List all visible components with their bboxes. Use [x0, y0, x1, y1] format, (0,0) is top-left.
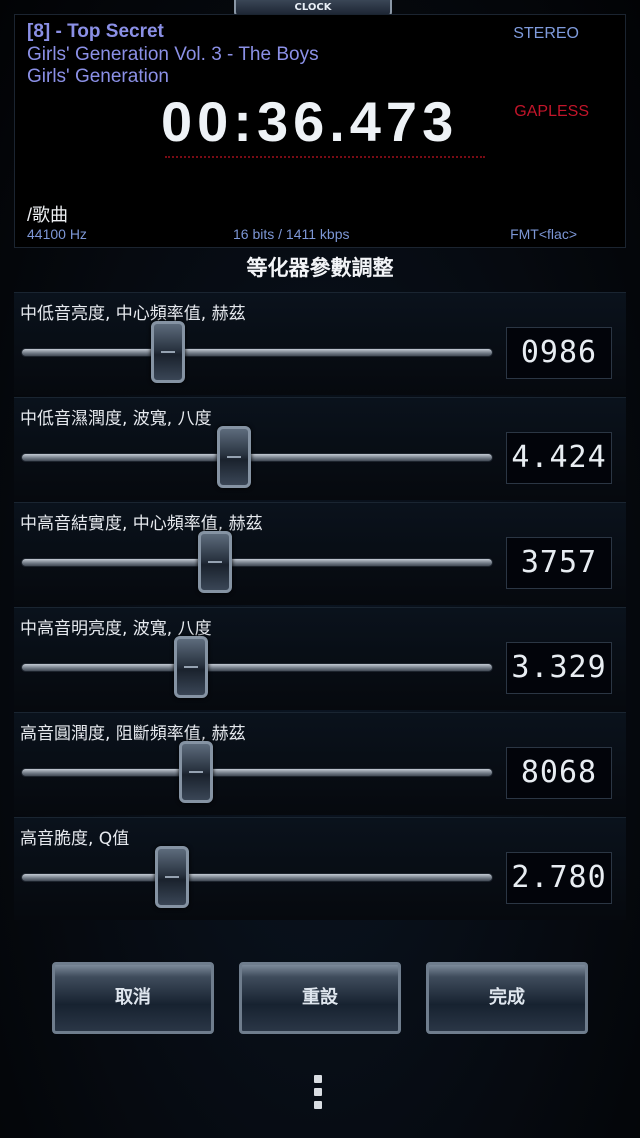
eq-band: 高音圓潤度, 阻斷頻率值, 赫茲 8068 — [14, 712, 626, 815]
eq-slider-track[interactable] — [22, 664, 492, 671]
eq-band-label: 中低音亮度, 中心頻率值, 赫茲 — [20, 304, 246, 324]
overflow-menu-icon[interactable] — [314, 1075, 324, 1115]
artist-name: Girls' Generation — [27, 66, 169, 87]
eq-band: 中高音明亮度, 波寬, 八度 3.329 — [14, 607, 626, 710]
eq-slider-handle[interactable] — [178, 741, 213, 803]
eq-slider-track[interactable] — [22, 349, 492, 356]
eq-band-label: 高音脆度, Q值 — [20, 829, 130, 849]
now-playing-display: [8] - Top Secret Girls' Generation Vol. … — [14, 14, 626, 248]
eq-slider-handle[interactable] — [150, 321, 185, 383]
eq-band: 高音脆度, Q值 2.780 — [14, 817, 626, 920]
eq-band-label: 中低音濕潤度, 波寬, 八度 — [20, 409, 212, 429]
folder-path: /歌曲 — [27, 205, 69, 225]
reset-button[interactable]: 重設 — [239, 962, 401, 1034]
eq-band: 中低音濕潤度, 波寬, 八度 4.424 — [14, 397, 626, 500]
eq-value-readout: 3757 — [506, 537, 612, 589]
eq-value-readout: 4.424 — [506, 432, 612, 484]
cancel-button[interactable]: 取消 — [52, 962, 214, 1034]
bitrate: 16 bits / 1411 kbps — [233, 226, 350, 242]
sample-rate: 44100 Hz — [27, 226, 87, 242]
eq-value-readout: 0986 — [506, 327, 612, 379]
eq-slider-track[interactable] — [22, 874, 492, 881]
eq-slider-handle[interactable] — [216, 426, 251, 488]
eq-value-readout: 8068 — [506, 747, 612, 799]
gapless-indicator: GAPLESS — [514, 103, 589, 120]
eq-slider-track[interactable] — [22, 454, 492, 461]
file-format: FMT<flac> — [510, 226, 577, 242]
eq-slider-handle[interactable] — [174, 636, 209, 698]
equalizer-title: 等化器參數調整 — [246, 256, 394, 280]
playback-time: 00:36.473 — [161, 90, 459, 153]
done-button[interactable]: 完成 — [426, 962, 588, 1034]
stereo-indicator: STEREO — [513, 25, 579, 42]
time-underline — [165, 156, 485, 158]
eq-band: 中高音結實度, 中心頻率值, 赫茲 3757 — [14, 502, 626, 605]
track-title: [8] - Top Secret — [27, 21, 164, 42]
eq-slider-track[interactable] — [22, 559, 492, 566]
eq-slider-handle[interactable] — [155, 846, 190, 908]
eq-slider-track[interactable] — [22, 769, 492, 776]
eq-slider-handle[interactable] — [197, 531, 232, 593]
eq-value-readout: 2.780 — [506, 852, 612, 904]
eq-band: 中低音亮度, 中心頻率值, 赫茲 0986 — [14, 292, 626, 395]
eq-value-readout: 3.329 — [506, 642, 612, 694]
eq-band-label: 高音圓潤度, 阻斷頻率值, 赫茲 — [20, 724, 246, 744]
album-name: Girls' Generation Vol. 3 - The Boys — [27, 44, 319, 65]
